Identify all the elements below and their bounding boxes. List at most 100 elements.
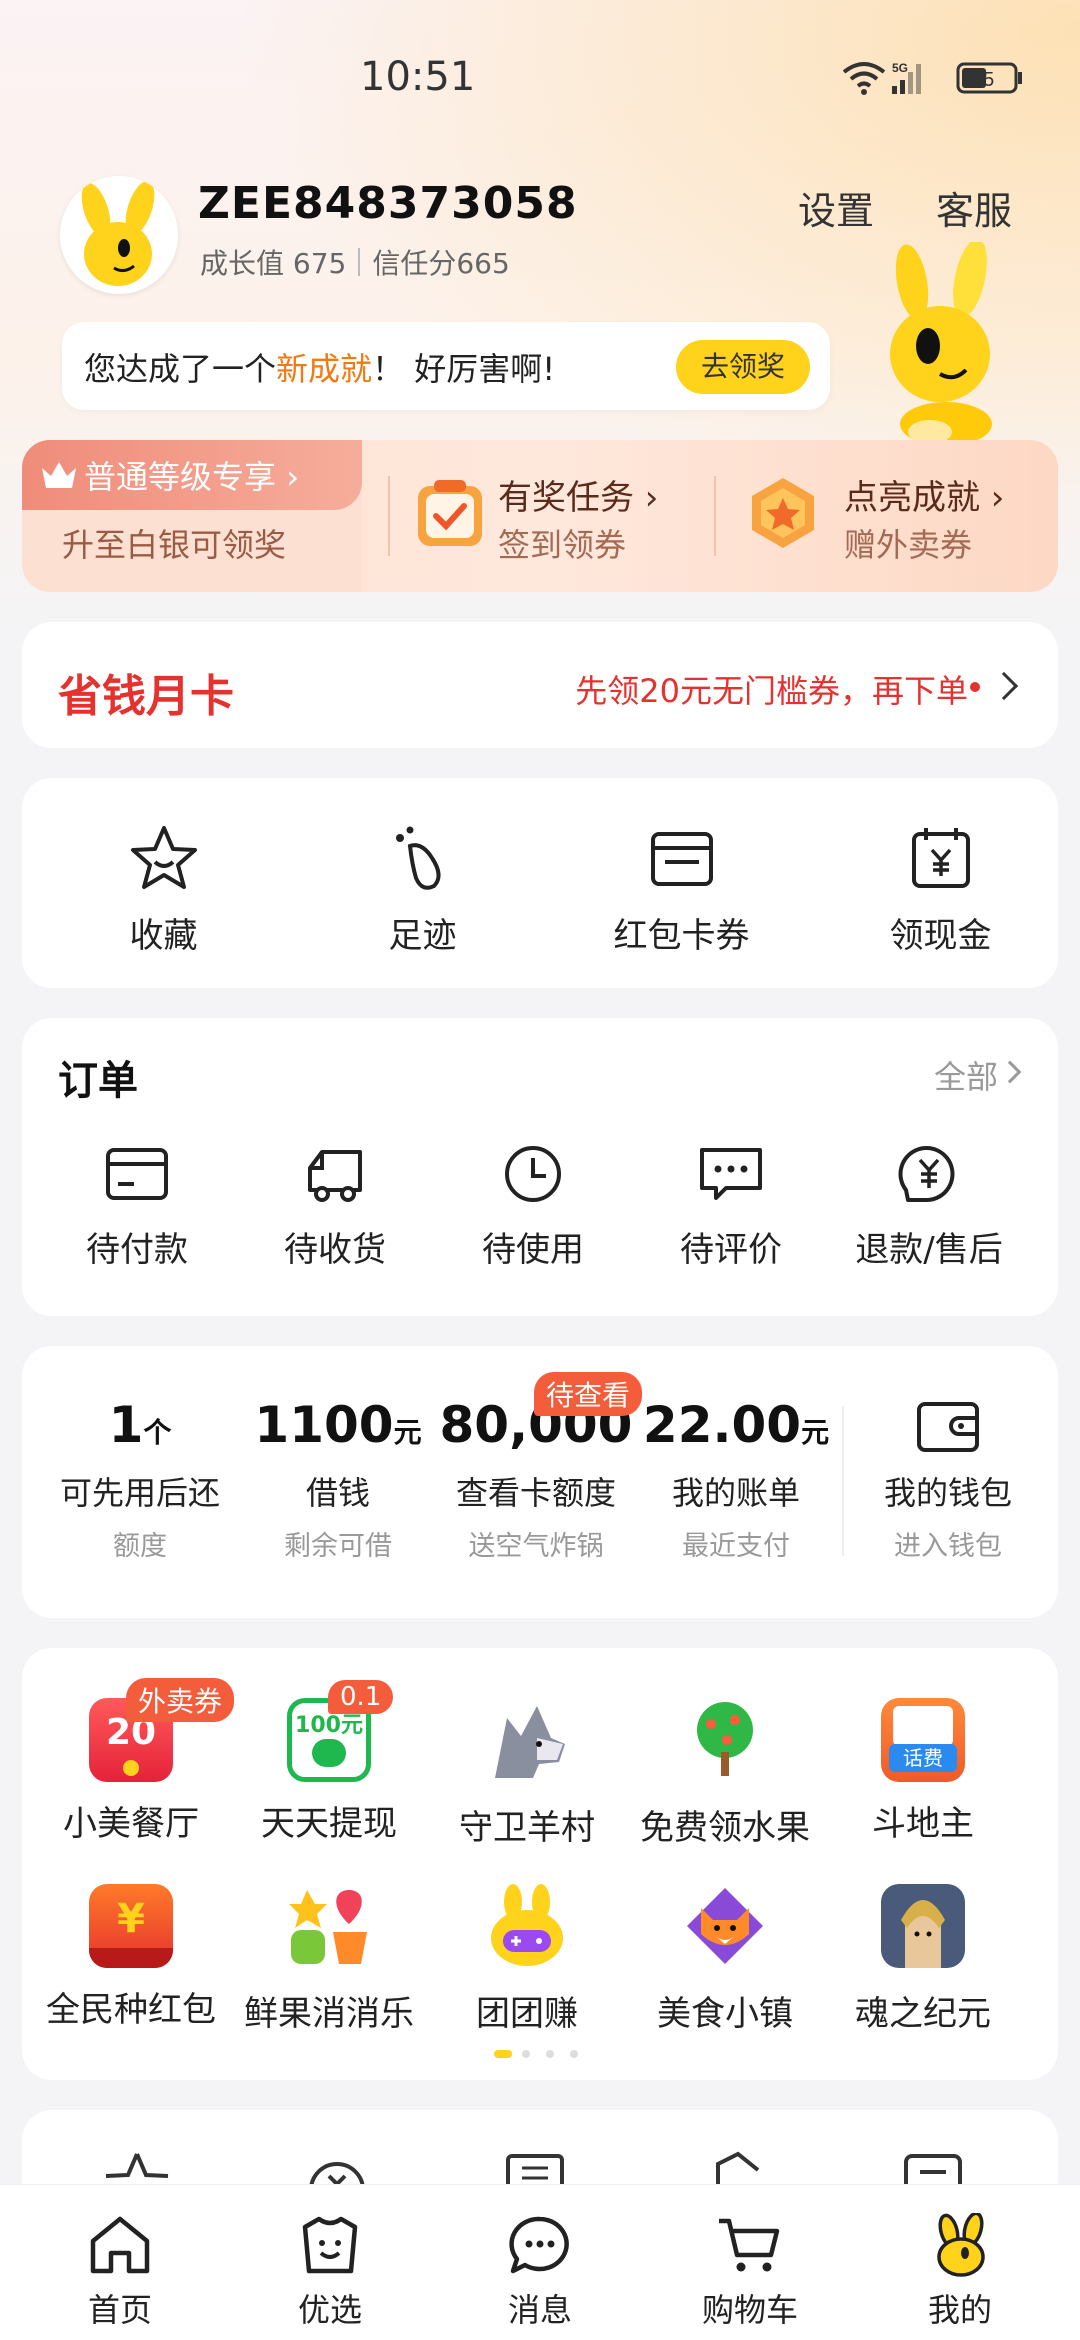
- order-label: 待付款: [86, 1230, 188, 1270]
- nav-label: 优选: [297, 2291, 362, 2329]
- quick-action-cash[interactable]: 领现金: [811, 824, 1070, 957]
- pending-view-badge: 待查看: [534, 1372, 643, 1416]
- order-refund-aftersale[interactable]: 退款/售后: [830, 1144, 1028, 1271]
- service-landlord-game[interactable]: 话费 斗地主: [824, 1698, 1022, 1845]
- fox-game-icon: [687, 1888, 763, 1964]
- finance-my-bill[interactable]: 22.00元 我的账单 最近支付: [636, 1396, 836, 1563]
- network-label: 5G: [892, 61, 908, 75]
- quick-action-favorites[interactable]: 收藏: [34, 824, 293, 957]
- quick-action-label: 足迹: [388, 916, 457, 956]
- order-to-review[interactable]: 待评价: [632, 1144, 830, 1271]
- service-fruit-match[interactable]: 鲜果消消乐: [230, 1884, 428, 2035]
- red-packet-icon: ¥: [89, 1884, 173, 1968]
- takeout-coupon-badge: 外卖券: [126, 1678, 235, 1722]
- service-food-town[interactable]: 美食小镇: [626, 1884, 824, 2035]
- orders-title: 订单: [58, 1058, 138, 1104]
- light-achievement-sub: 赠外卖券: [844, 526, 973, 564]
- service-label: 魂之纪元: [855, 1994, 991, 2034]
- finance-sub: 剩余可借: [284, 1531, 392, 1562]
- service-daily-withdraw[interactable]: 100元 天天提现: [230, 1698, 428, 1845]
- finance-divider: [842, 1406, 844, 1556]
- finance-value: 1个: [108, 1396, 172, 1454]
- status-time: 10:51: [360, 54, 476, 100]
- trust-score[interactable]: 信任分665: [372, 242, 509, 282]
- finance-borrow[interactable]: 1100元 借钱 剩余可借: [238, 1396, 438, 1563]
- finance-label: 我的钱包: [883, 1474, 1012, 1512]
- quick-actions-card: 收藏 足迹 红包卡券 领现金: [22, 778, 1058, 988]
- avatar[interactable]: [60, 176, 178, 294]
- star-icon: [130, 826, 197, 889]
- service-label: 美食小镇: [657, 1994, 793, 2034]
- mascot-icon: [937, 2211, 985, 2277]
- service-tuantuan-earn[interactable]: 团团赚: [428, 1884, 626, 2035]
- nav-home[interactable]: 首页: [12, 2213, 228, 2331]
- wallet-icon: [917, 1402, 979, 1452]
- service-label: 小美餐厅: [63, 1804, 199, 1844]
- reward-task-title[interactable]: 有奖任务 ›: [498, 470, 658, 519]
- order-to-use[interactable]: 待使用: [434, 1144, 632, 1271]
- finance-sub: 额度: [113, 1531, 167, 1562]
- mascot-illustration-icon: [890, 242, 992, 442]
- notification-dot: [970, 682, 980, 692]
- wallet-card-icon: [650, 832, 713, 886]
- gamepad-mascot-icon: [491, 1884, 563, 1966]
- orders-view-all[interactable]: 全部: [934, 1052, 998, 1098]
- finance-sub: 进入钱包: [894, 1531, 1002, 1562]
- settings-link[interactable]: 设置: [798, 180, 874, 235]
- card-icon: [106, 1148, 168, 1200]
- services-card: 20 小美餐厅 外卖券 100元 天天提现 0.1 守卫羊村 免费领水果 话费 …: [22, 1648, 1058, 2080]
- battery-icon: 45: [956, 62, 1022, 94]
- light-achievement-title[interactable]: 点亮成就 ›: [844, 470, 1004, 519]
- chevron-right-icon: [989, 671, 1019, 701]
- nav-label: 我的: [927, 2291, 992, 2329]
- order-pending-delivery[interactable]: 待收货: [236, 1144, 434, 1271]
- customer-service-link[interactable]: 客服: [936, 180, 1012, 235]
- service-label: 鲜果消消乐: [244, 1994, 414, 2034]
- order-pending-payment[interactable]: 待付款: [38, 1144, 236, 1271]
- growth-value[interactable]: 成长值 675: [200, 242, 346, 282]
- savings-promo: 先领20元无门槛券，再下单: [575, 672, 968, 710]
- status-icons: 5G 45: [842, 61, 1022, 95]
- service-plant-redpacket[interactable]: ¥ 全民种红包: [32, 1884, 230, 2031]
- service-soul-era[interactable]: 魂之纪元: [824, 1884, 1022, 2035]
- nav-selected[interactable]: 优选: [222, 2213, 438, 2331]
- service-label: 斗地主: [872, 1804, 974, 1844]
- wifi-icon: [842, 62, 886, 88]
- stats-divider: [358, 248, 361, 276]
- finance-wallet[interactable]: 我的钱包 进入钱包: [848, 1396, 1048, 1563]
- finance-buy-now-pay-later[interactable]: 1个 可先用后还 额度: [40, 1396, 240, 1563]
- nav-messages[interactable]: 消息: [432, 2213, 648, 2331]
- finance-value: 1100元: [254, 1396, 422, 1454]
- nav-mine[interactable]: 我的: [852, 2211, 1068, 2331]
- achievement-text-a: 您达成了一个: [84, 350, 277, 388]
- service-free-fruit[interactable]: 免费领水果: [626, 1698, 824, 1849]
- finance-card-limit[interactable]: 80,000 查看卡额度 送空气炸锅: [436, 1396, 636, 1563]
- quick-action-footprints[interactable]: 足迹: [293, 824, 552, 957]
- bottom-navigation: 首页 优选 消息 购物车 我的: [0, 2184, 1080, 2340]
- comment-icon: [700, 1148, 762, 1200]
- order-label: 待使用: [482, 1230, 584, 1270]
- cart-icon: [719, 2218, 780, 2272]
- fruit-tree-icon: [697, 1702, 753, 1776]
- savings-card[interactable]: 省钱月卡 先领20元无门槛券，再下单: [22, 622, 1058, 748]
- finance-label: 查看卡额度: [455, 1474, 616, 1512]
- claim-reward-button[interactable]: 去领奖: [676, 340, 810, 394]
- finance-label: 我的账单: [671, 1474, 800, 1512]
- service-label: 守卫羊村: [459, 1808, 595, 1848]
- service-label: 免费领水果: [640, 1808, 810, 1848]
- service-guard-village[interactable]: 守卫羊村: [428, 1698, 626, 1849]
- truck-icon: [308, 1150, 362, 1202]
- achievement-text: 您达成了一个新成就！ 好厉害啊!: [84, 344, 555, 390]
- clock-icon: [505, 1146, 561, 1202]
- nav-label: 购物车: [701, 2291, 798, 2329]
- quick-action-coupons[interactable]: 红包卡券: [552, 824, 811, 957]
- achievement-medal-icon: [752, 478, 814, 548]
- achievement-text-b: ！ 好厉害啊!: [372, 350, 556, 388]
- wallet-icon-wrap: [848, 1396, 1048, 1458]
- nav-cart[interactable]: 购物车: [642, 2213, 858, 2331]
- cash-amount-badge: 0.1: [328, 1680, 394, 1714]
- quick-action-label: 收藏: [129, 916, 198, 956]
- chevron-right-icon: [998, 1060, 1022, 1084]
- battery-level: 45: [972, 69, 994, 91]
- achievement-banner[interactable]: 您达成了一个新成就！ 好厉害啊! 去领奖: [62, 322, 830, 410]
